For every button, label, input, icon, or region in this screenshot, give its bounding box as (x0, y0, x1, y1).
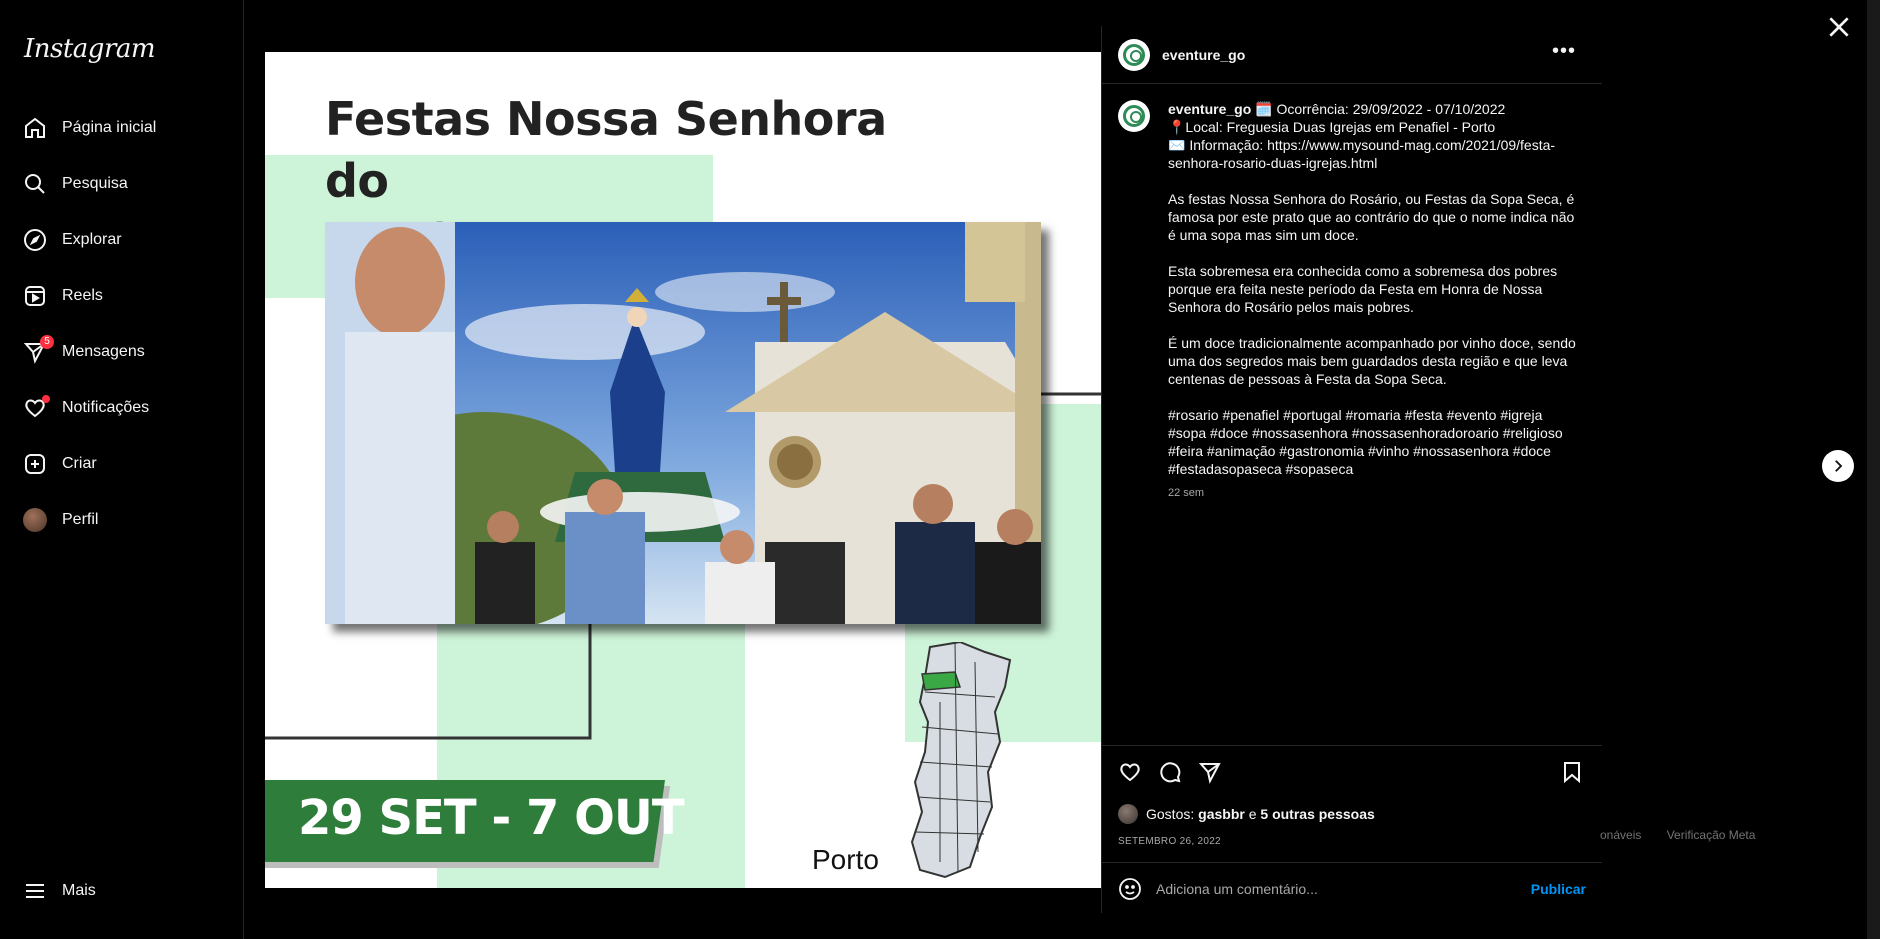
nav-explore[interactable]: Explorar (22, 220, 122, 260)
scrollbar[interactable] (1867, 0, 1880, 939)
like-heart-icon[interactable] (1118, 760, 1144, 786)
nav-label: Explorar (62, 231, 122, 248)
nav-label: Notificações (62, 399, 150, 416)
event-dates: 29 SET - 7 OUT (298, 790, 685, 846)
notification-dot (42, 395, 50, 403)
next-post-button[interactable] (1822, 450, 1854, 482)
nav-label: Criar (62, 455, 97, 472)
post-actions: Gostos: gasbbr e 5 outras pessoas SETEMB… (1102, 745, 1602, 913)
caption-hashtags[interactable]: #rosario #penafiel #portugal #romaria #f… (1168, 406, 1578, 478)
caption-paragraph-1: As festas Nossa Senhora do Rosário, ou F… (1168, 191, 1575, 243)
profile-avatar (22, 507, 48, 533)
instagram-logo[interactable]: Instagram (24, 34, 156, 64)
emoji-icon[interactable] (1118, 877, 1142, 901)
comment-bar: Publicar (1102, 862, 1602, 914)
nav-label: Reels (62, 287, 103, 304)
header-username[interactable]: eventure_go (1162, 47, 1245, 63)
plus-square-icon (22, 451, 48, 477)
likes-and: e (1248, 806, 1257, 822)
liker-avatar[interactable] (1118, 804, 1138, 824)
messages-badge: 5 (40, 335, 54, 349)
likes-prefix: Gostos: (1146, 806, 1195, 822)
nav-reels[interactable]: Reels (22, 276, 103, 316)
nav-home[interactable]: Página inicial (22, 108, 156, 148)
bookmark-icon[interactable] (1560, 760, 1586, 786)
more-options-icon[interactable]: ••• (1552, 41, 1576, 61)
likes-summary: Gostos: gasbbr e 5 outras pessoas (1118, 804, 1375, 824)
caption-username[interactable]: eventure_go (1168, 101, 1251, 117)
nav-label: Página inicial (62, 119, 157, 136)
close-icon[interactable] (1826, 14, 1852, 40)
likes-others[interactable]: 5 outras pessoas (1260, 806, 1374, 822)
footer-link[interactable]: Verificação Meta (1667, 828, 1756, 842)
festival-photo (325, 222, 1041, 624)
post-header: eventure_go ••• (1102, 26, 1602, 84)
footer-links: onáveis Verificação Meta (1600, 828, 1777, 842)
event-city: Porto (812, 844, 879, 875)
publish-button[interactable]: Publicar (1531, 881, 1586, 897)
home-icon (22, 115, 48, 141)
search-icon (22, 171, 48, 197)
messenger-icon: 5 (22, 335, 54, 365)
poster-title-line1: Festas Nossa Senhora do (325, 92, 887, 208)
nav-label: Mensagens (62, 343, 145, 360)
nav-label: Mais (62, 882, 96, 899)
post-detail-panel: eventure_go ••• eventure_go 🗓️ Ocorrênci… (1101, 26, 1602, 913)
nav-create[interactable]: Criar (22, 444, 97, 484)
account-avatar[interactable] (1118, 38, 1150, 71)
caption-info: ✉️ Informação: https://www.mysound-mag.c… (1168, 137, 1556, 171)
caption-avatar[interactable] (1118, 100, 1150, 132)
sidebar: Instagram Página inicial Pesquisa Explor… (0, 0, 244, 939)
nav-search[interactable]: Pesquisa (22, 164, 128, 204)
post-date: SETEMBRO 26, 2022 (1118, 836, 1221, 847)
compass-icon (22, 227, 48, 253)
post-age: 22 sem (1168, 487, 1205, 499)
caption-paragraph-3: É um doce tradicionalmente acompanhado p… (1168, 335, 1576, 387)
footer-link[interactable]: onáveis (1600, 828, 1641, 842)
caption-body: eventure_go 🗓️ Ocorrência: 29/09/2022 - … (1168, 100, 1578, 502)
caption-occurrence: 🗓️ Ocorrência: 29/09/2022 - 07/10/2022 (1255, 101, 1506, 117)
liker-username[interactable]: gasbbr (1198, 806, 1245, 822)
nav-label: Pesquisa (62, 175, 128, 192)
heart-icon (22, 395, 50, 421)
nav-more[interactable]: Mais (22, 871, 96, 911)
nav-label: Perfil (62, 511, 99, 528)
nav-profile[interactable]: Perfil (22, 500, 98, 540)
comment-icon[interactable] (1158, 760, 1184, 786)
chevron-right-icon (1835, 460, 1843, 472)
share-icon[interactable] (1198, 760, 1224, 786)
caption-location: 📍Local: Freguesia Duas Igrejas em Penafi… (1168, 119, 1496, 135)
portugal-map (910, 642, 1012, 879)
reels-icon (22, 283, 48, 309)
caption-paragraph-2: Esta sobremesa era conhecida como a sobr… (1168, 263, 1558, 315)
post-image[interactable]: Festas Nossa Senhora do Rosário em Duas … (265, 52, 1101, 888)
comment-input[interactable] (1156, 880, 1516, 897)
menu-icon (22, 878, 48, 904)
nav-messages[interactable]: 5 Mensagens (22, 332, 145, 372)
nav-notifications[interactable]: Notificações (22, 388, 149, 428)
